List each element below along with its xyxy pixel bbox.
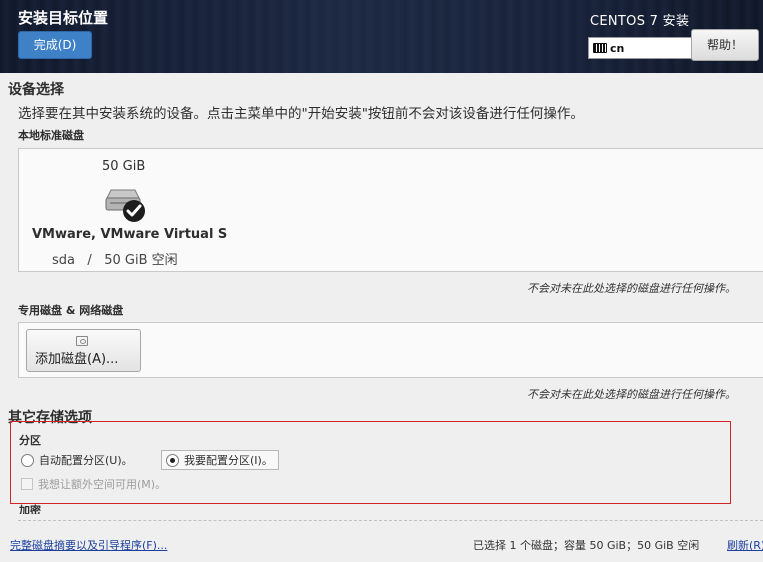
disk-add-icon	[76, 336, 88, 346]
keyboard-icon	[593, 43, 607, 53]
device-selection-description: 选择要在其中安装系统的设备。点击主菜单中的"开始安装"按钮前不会对该设备进行任何…	[18, 106, 584, 122]
disk-details: sda / 50 GiB 空闲	[52, 249, 178, 268]
extra-space-checkbox[interactable]: 我想让额外空间可用(M)。	[21, 476, 166, 492]
partition-label: 分区	[19, 434, 41, 447]
local-disks-note: 不会对未在此处选择的磁盘进行任何操作。	[527, 282, 736, 295]
checkbox-icon	[21, 478, 33, 490]
hard-disk-selected-icon[interactable]	[101, 184, 149, 224]
disk-selection-status: 已选择 1 个磁盘；容量 50 GiB；50 GiB 空闲	[473, 539, 700, 552]
special-disks-note: 不会对未在此处选择的磁盘进行任何操作。	[527, 388, 736, 401]
local-disks-label: 本地标准磁盘	[18, 129, 84, 142]
keyboard-layout-label: cn	[610, 41, 625, 55]
disk-free-space: 50 GiB 空闲	[104, 253, 178, 268]
product-title: CENTOS 7 安装	[590, 14, 690, 29]
disk-name: VMware, VMware Virtual S	[32, 227, 228, 242]
divider	[18, 520, 763, 521]
done-button[interactable]: 完成(D)	[18, 31, 92, 59]
radio-checked-icon	[166, 453, 179, 467]
header-bar: 安装目标位置 完成(D) CENTOS 7 安装 cn 帮助！	[0, 0, 763, 73]
special-disks-label: 专用磁盘 & 网络磁盘	[18, 304, 124, 317]
add-disk-button[interactable]: 添加磁盘(A)...	[26, 329, 141, 372]
disk-size: 50 GiB	[102, 159, 146, 174]
auto-partition-radio[interactable]: 自动配置分区(U)。	[21, 450, 133, 470]
manual-partition-label: 我要配置分区(I)。	[184, 454, 273, 467]
manual-partition-radio[interactable]: 我要配置分区(I)。	[161, 450, 279, 470]
extra-space-label: 我想让额外空间可用(M)。	[38, 478, 167, 491]
page-title: 安装目标位置	[18, 9, 109, 27]
keyboard-layout-indicator[interactable]: cn	[588, 37, 692, 59]
encryption-label: 加密	[19, 504, 41, 517]
full-disk-summary-link[interactable]: 完整磁盘摘要以及引导程序(F)...	[10, 537, 167, 553]
disk-separator: /	[87, 253, 92, 268]
refresh-link[interactable]: 刷新(R)	[727, 537, 763, 553]
device-selection-title: 设备选择	[8, 82, 64, 98]
add-disk-label: 添加磁盘(A)...	[35, 352, 119, 367]
auto-partition-label: 自动配置分区(U)。	[39, 454, 133, 467]
help-button[interactable]: 帮助！	[691, 29, 759, 61]
disk-device: sda	[52, 253, 75, 268]
radio-unchecked-icon	[21, 453, 34, 467]
